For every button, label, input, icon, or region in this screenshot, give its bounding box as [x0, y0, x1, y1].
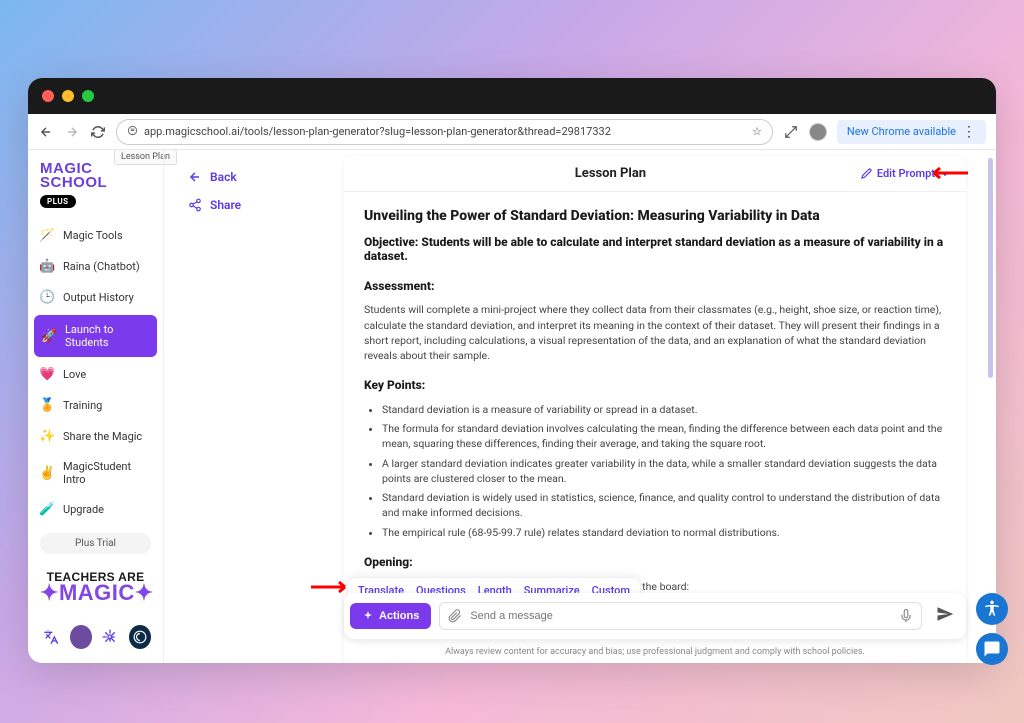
scrollbar-thumb[interactable] — [988, 158, 993, 378]
input-bar-wrapper: Translate Questions Length Summarize Cus… — [344, 593, 966, 639]
browser-window: app.magicschool.ai/tools/lesson-plan-gen… — [28, 78, 996, 663]
list-item: The formula for standard deviation invol… — [382, 421, 946, 451]
footer-icons — [40, 625, 151, 649]
edit-prompt-button[interactable]: Edit Prompt — [861, 167, 950, 180]
plus-trial-badge[interactable]: Plus Trial — [40, 533, 151, 554]
swirl-icon[interactable] — [129, 625, 151, 649]
minimize-window-icon[interactable] — [62, 90, 74, 102]
translate-icon[interactable] — [40, 625, 62, 649]
sidebar-item-magic-tools[interactable]: 🪄 Magic Tools — [28, 220, 163, 251]
list-item: Standard deviation is widely used in sta… — [382, 490, 946, 520]
sparkle-icon: ✨ — [40, 429, 55, 444]
sidebar-item-label: Training — [63, 399, 102, 412]
sidebar-item-label: Magic Tools — [63, 229, 123, 242]
mic-icon[interactable] — [899, 609, 913, 623]
actions-button[interactable]: Actions — [350, 603, 431, 629]
gear-icon[interactable] — [100, 625, 122, 649]
sidebar-item-raina[interactable]: 🤖 Raina (Chatbot) — [28, 251, 163, 282]
back-icon[interactable] — [38, 124, 54, 140]
sidebar-item-upgrade[interactable]: 🧪 Upgrade — [28, 494, 163, 525]
chat-fab[interactable] — [976, 633, 1008, 665]
url-text: app.magicschool.ai/tools/lesson-plan-gen… — [144, 125, 611, 138]
attachment-icon[interactable] — [448, 609, 462, 623]
avatar-icon[interactable] — [70, 625, 92, 649]
logo-badge: PLUS — [40, 195, 76, 208]
bot-icon: 🤖 — [40, 259, 55, 274]
logo-line2: SCHOOL — [40, 176, 151, 190]
objective-heading: Objective: Students will be able to calc… — [364, 235, 946, 264]
list-item: The empirical rule (68-95-99.7 rule) rel… — [382, 525, 946, 540]
sidebar-footer: TEACHERS ARE ✦MAGIC✦ — [28, 562, 163, 659]
disclaimer-text: Always review content for accuracy and b… — [344, 647, 966, 657]
sidebar-item-share[interactable]: ✨ Share the Magic — [28, 421, 163, 452]
sidebar-item-label: Love — [63, 368, 86, 381]
lesson-title: Unveiling the Power of Standard Deviatio… — [364, 208, 946, 225]
doc-title: Lesson Plan — [360, 166, 861, 181]
sidebar-item-output-history[interactable]: 🕒 Output History — [28, 282, 163, 313]
chrome-update-badge[interactable]: New Chrome available ⋮ — [837, 120, 986, 144]
heart-icon: 💗 — [40, 367, 55, 382]
sparkle-icon — [362, 610, 374, 622]
list-item: Standard deviation is a measure of varia… — [382, 402, 946, 417]
assessment-text: Students will complete a mini-project wh… — [364, 302, 946, 363]
profile-avatar-icon[interactable] — [809, 123, 827, 141]
titlebar — [28, 78, 996, 114]
sidebar-item-love[interactable]: 💗 Love — [28, 359, 163, 390]
assessment-heading: Assessment: — [364, 278, 946, 295]
accessibility-fab[interactable] — [976, 593, 1008, 625]
traffic-lights — [42, 90, 94, 102]
sidebar-item-label: Upgrade — [63, 503, 104, 516]
sidebar-item-label: Raina (Chatbot) — [63, 260, 140, 273]
message-input-wrap — [439, 602, 922, 630]
reload-icon[interactable] — [90, 124, 106, 140]
secure-icon — [127, 125, 138, 139]
clock-icon: 🕒 — [40, 290, 55, 305]
back-button[interactable]: Back — [188, 166, 320, 188]
input-bar: Actions — [344, 593, 966, 639]
medal-icon: 🏅 — [40, 398, 55, 413]
browser-toolbar: app.magicschool.ai/tools/lesson-plan-gen… — [28, 114, 996, 150]
left-panel: Back Share — [164, 150, 344, 663]
keypoints-list: Standard deviation is a measure of varia… — [364, 402, 946, 540]
tagline: TEACHERS ARE ✦MAGIC✦ — [40, 572, 151, 603]
opening-heading: Opening: — [364, 554, 946, 571]
peace-icon: ✌️ — [40, 466, 55, 481]
list-item: A larger standard deviation indicates gr… — [382, 456, 946, 486]
kebab-icon[interactable]: ⋮ — [962, 124, 976, 140]
sidebar-item-label: Share the Magic — [63, 430, 142, 443]
rocket-icon: 🚀 — [42, 329, 57, 344]
send-button[interactable] — [930, 599, 960, 633]
share-button[interactable]: Share — [188, 194, 320, 216]
star-icon[interactable]: ☆ — [752, 125, 762, 138]
forward-icon[interactable] — [64, 124, 80, 140]
sidebar: MAGIC SCHOOL PLUS 🪄 Magic Tools 🤖 Raina … — [28, 150, 164, 663]
extensions-icon[interactable] — [783, 124, 799, 140]
doc-header: Lesson Plan Edit Prompt — [344, 156, 966, 192]
wand-icon: 🪄 — [40, 228, 55, 243]
sidebar-item-training[interactable]: 🏅 Training — [28, 390, 163, 421]
maximize-window-icon[interactable] — [82, 90, 94, 102]
logo[interactable]: MAGIC SCHOOL PLUS — [28, 156, 163, 220]
sidebar-item-launch-students[interactable]: 🚀 Launch to Students — [34, 315, 157, 357]
main-area: Back Share Lesson Plan Edit — [164, 150, 996, 663]
sidebar-item-label: MagicStudent Intro — [63, 460, 151, 486]
chevron-down-icon — [940, 169, 950, 179]
app-body: Lesson Plan MAGIC SCHOOL PLUS 🪄 Magic To… — [28, 150, 996, 663]
message-input[interactable] — [470, 610, 891, 622]
keypoints-heading: Key Points: — [364, 377, 946, 394]
url-bar[interactable]: app.magicschool.ai/tools/lesson-plan-gen… — [116, 119, 773, 145]
scrollbar[interactable] — [988, 158, 993, 558]
content-column: Lesson Plan Edit Prompt Unveiling the Po… — [344, 150, 996, 663]
sidebar-item-magicstudent[interactable]: ✌️ MagicStudent Intro — [28, 452, 163, 494]
beaker-icon: 🧪 — [40, 502, 55, 517]
sidebar-item-label: Output History — [63, 291, 134, 304]
sidebar-item-label: Launch to Students — [65, 323, 149, 349]
close-window-icon[interactable] — [42, 90, 54, 102]
